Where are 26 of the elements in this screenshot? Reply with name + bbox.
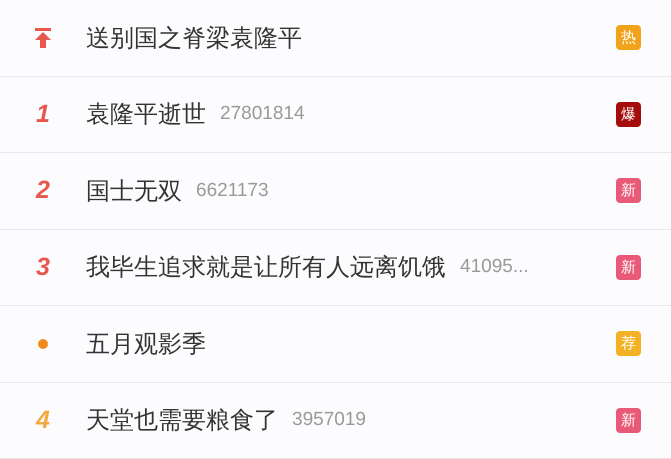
hot-search-row[interactable]: 送别国之脊梁袁隆平 热 [0, 0, 671, 76]
hot-search-row[interactable]: 4 天堂也需要粮食了 3957019 新 [0, 382, 671, 459]
rank-number: 2 [36, 176, 50, 206]
rank-number: 4 [36, 406, 50, 435]
search-count: 3957019 [292, 409, 366, 432]
topic-title: 我毕生追求就是让所有人远离饥饿 [86, 252, 446, 284]
search-count: 41095... [460, 256, 529, 278]
rank-number: 3 [36, 252, 50, 282]
topic-title: 袁隆平逝世 [86, 99, 206, 130]
tag-label: 爆 [616, 102, 641, 127]
topic-title: 五月观影季 [86, 328, 206, 360]
tag-label: 新 [616, 178, 641, 204]
tag-label: 新 [616, 408, 641, 433]
hot-search-row[interactable]: 五月观影季 荐 [0, 306, 671, 382]
tag-label: 热 [616, 25, 641, 50]
hot-search-row[interactable]: 2 国士无双 6621173 新 [0, 153, 671, 230]
hot-search-row[interactable]: 1 袁隆平逝世 27801814 爆 [0, 76, 671, 153]
topic-title: 天堂也需要粮食了 [86, 405, 278, 436]
hot-search-row[interactable]: 3 我毕生追求就是让所有人远离饥饿 41095... 新 [0, 230, 671, 306]
tag-label: 荐 [616, 331, 641, 356]
rank-number: 1 [36, 100, 50, 129]
search-count: 27801814 [220, 103, 305, 126]
tag-label: 新 [616, 254, 641, 280]
topic-title: 送别国之脊梁袁隆平 [86, 22, 302, 54]
search-count: 6621173 [196, 180, 269, 202]
topic-title: 国士无双 [86, 176, 182, 207]
